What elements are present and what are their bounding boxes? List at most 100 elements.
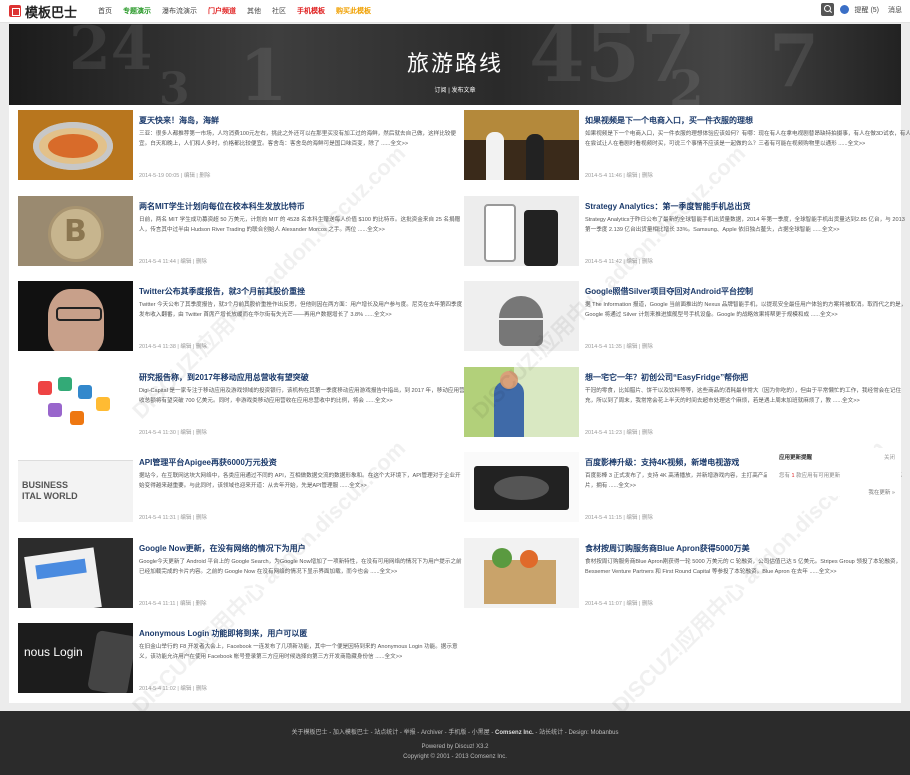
- article-title[interactable]: Anonymous Login 功能即将到来，用户可以匿: [139, 628, 307, 639]
- footer-links: 关于模板巴士 - 加入模板巴士 - 站点统计 - 举报 - Archiver -…: [0, 727, 910, 736]
- article-excerpt: 干冠的零食，比如腊片、饼干以及饮料等等，这些商品的消耗最非常大（因为你吃的），但…: [585, 387, 902, 404]
- delete-link[interactable]: 删除: [196, 344, 207, 350]
- article-title[interactable]: 想一宅它一年？初创公司“EasyFridge”帮你把: [585, 372, 748, 383]
- article-title[interactable]: API管理平台Apigee再获6000万元投资: [139, 457, 277, 468]
- site-logo[interactable]: 模板巴士: [9, 3, 77, 21]
- article-excerpt: Twitter 今天公布了其季度报告，就3个月前其股价重挫作出反思，但他则因在两…: [139, 302, 463, 318]
- delete-link[interactable]: 删除: [642, 344, 653, 350]
- delete-link[interactable]: 删除: [196, 430, 207, 436]
- article-date: 2014-5-4 11:11: [139, 600, 176, 607]
- nav-item[interactable]: 其他: [247, 6, 261, 16]
- footer-link[interactable]: 小黑屋: [472, 730, 490, 736]
- article-item: 研究报告称，到2017年移动应用总营收有望突破 Digi-Capital 是一家专…: [18, 366, 465, 442]
- article-thumbnail[interactable]: [464, 366, 579, 437]
- copyright: Copyright © 2001 - 2013 Comsenz Inc.: [403, 754, 507, 760]
- delete-link[interactable]: 删除: [199, 173, 210, 179]
- article-title[interactable]: 两名MIT学生计划向每位在校本科生发放比特币: [139, 201, 305, 212]
- publish-article-link[interactable]: 发布文章: [451, 88, 475, 94]
- delete-link[interactable]: 删除: [642, 430, 653, 436]
- main-nav: 首页 专题演示 瀑布流演示 门户频道 其他 社区 手机模板 购买此模板: [98, 6, 382, 16]
- article-meta: 2014-5-4 11:46 | 编辑 | 删除: [585, 173, 653, 179]
- nav-item[interactable]: 专题演示: [123, 6, 151, 16]
- edit-link[interactable]: 编辑: [180, 686, 191, 692]
- article-title[interactable]: Google Now更新，在没有网络的情况下为用户: [139, 543, 306, 554]
- article-thumbnail[interactable]: nous Login: [18, 623, 133, 693]
- edit-link[interactable]: 编辑: [180, 601, 191, 607]
- footer-link[interactable]: 站长统计: [539, 730, 563, 736]
- article-meta: 2014-5-4 11:44 | 编辑 | 删除: [139, 258, 207, 265]
- edit-link[interactable]: 编辑: [626, 430, 637, 436]
- edit-link[interactable]: 编辑: [626, 601, 637, 607]
- article-thumbnail[interactable]: [464, 281, 579, 351]
- subscribe-link[interactable]: 订阅: [435, 88, 447, 94]
- footer-link[interactable]: Comsenz Inc.: [495, 730, 534, 736]
- delete-link[interactable]: 删除: [642, 515, 653, 521]
- footer-link[interactable]: Archiver: [421, 730, 443, 736]
- reminder-link[interactable]: 提醒 (5): [855, 5, 880, 15]
- edit-link[interactable]: 编辑: [180, 515, 191, 521]
- article-title[interactable]: Twitter公布其季度报告，就3个月前其股价重挫: [139, 286, 305, 297]
- edit-link[interactable]: 编辑: [180, 259, 191, 265]
- article-thumbnail[interactable]: [464, 452, 579, 522]
- article-item: 夏天快来！海岛，海鲜 三亚：很多人都推荐第一市场，人均消费100元左右，挑此之外还…: [18, 110, 458, 185]
- article-meta: 2014-5-4 11:35 | 编辑 | 删除: [585, 344, 653, 350]
- edit-link[interactable]: 编辑: [626, 173, 637, 179]
- delete-link[interactable]: 删除: [196, 515, 207, 521]
- article-title[interactable]: 夏天快来！海岛，海鲜: [139, 115, 219, 126]
- delete-link[interactable]: 删除: [642, 259, 653, 265]
- footer-link[interactable]: 手机版: [448, 730, 466, 736]
- article-thumbnail[interactable]: B: [18, 195, 133, 266]
- article-thumbnail[interactable]: [18, 366, 133, 437]
- edit-link[interactable]: 编辑: [180, 430, 191, 436]
- article-title[interactable]: 研究报告称，到2017年移动应用总营收有望突破: [139, 372, 309, 383]
- delete-link[interactable]: 删除: [196, 601, 207, 607]
- edit-link[interactable]: 编辑: [626, 344, 637, 350]
- article-title[interactable]: Strategy Analytics：第一季度智能手机总出货: [585, 201, 751, 212]
- article-thumbnail[interactable]: [464, 110, 579, 180]
- article-date: 2014-5-4 11:42: [585, 258, 622, 265]
- article-date: 2014-5-4 11:15: [585, 515, 622, 521]
- delete-link[interactable]: 删除: [642, 173, 653, 179]
- nav-item[interactable]: 手机模板: [297, 6, 325, 16]
- footer-link[interactable]: 加入模板巴士: [333, 730, 369, 736]
- article-thumbnail[interactable]: BUSINESS ITAL WORLD: [18, 452, 133, 522]
- footer-link[interactable]: Design: Mobanbus: [568, 730, 618, 736]
- avatar[interactable]: [839, 5, 849, 14]
- article-title[interactable]: Google照借Silver项目夺回对Android平台控制: [585, 286, 753, 297]
- search-icon[interactable]: [820, 3, 834, 16]
- article-item: BUSINESS ITAL WORLD API管理平台Apigee再获6000万元投…: [18, 452, 461, 527]
- nav-item[interactable]: 瀑布流演示: [162, 6, 197, 16]
- edit-link[interactable]: 编辑: [184, 173, 195, 179]
- article-thumbnail[interactable]: [464, 195, 579, 266]
- article-meta: 2014-5-4 11:30 | 编辑 | 删除: [139, 429, 207, 436]
- edit-link[interactable]: 编辑: [626, 515, 637, 521]
- delete-link[interactable]: 删除: [196, 686, 207, 692]
- user-toolbar: 提醒 (5) 消息: [820, 3, 902, 16]
- footer-link[interactable]: 举报: [404, 730, 416, 736]
- article-meta: 2014-5-4 11:11 | 编辑 | 删除: [139, 600, 207, 607]
- nav-item[interactable]: 社区: [272, 6, 286, 16]
- article-title[interactable]: 食材按周订购服务商Blue Apron获得5000万美: [585, 543, 750, 554]
- edit-link[interactable]: 编辑: [626, 259, 637, 265]
- edit-link[interactable]: 编辑: [180, 344, 191, 350]
- article-thumbnail[interactable]: [18, 537, 133, 608]
- article-date: 2014-5-4 11:38: [139, 344, 176, 350]
- article-thumbnail[interactable]: [464, 537, 579, 608]
- footer-link[interactable]: 站点统计: [374, 730, 398, 736]
- article-item: 如果视频是下一个电商入口，买一件衣服的理想 如果视频是下一个电商入口，买一件衣服的…: [464, 110, 910, 185]
- notice-update-link[interactable]: 我在更新 »: [868, 488, 895, 496]
- delete-link[interactable]: 删除: [196, 259, 207, 265]
- notice-close-button[interactable]: 关闭: [884, 453, 895, 461]
- article-thumbnail[interactable]: [18, 110, 133, 180]
- footer-link[interactable]: 关于模板巴士: [292, 730, 328, 736]
- nav-item[interactable]: 门户频道: [208, 6, 236, 16]
- article-date: 2014-5-19 00:05: [139, 173, 180, 179]
- nav-item[interactable]: 购买此模板: [336, 6, 371, 16]
- delete-link[interactable]: 删除: [642, 601, 653, 607]
- messages-link[interactable]: 消息: [888, 5, 902, 15]
- article-thumbnail[interactable]: [18, 281, 133, 351]
- article-title[interactable]: 百度影棒升级：支持4K视频，新增电视游戏: [585, 457, 739, 468]
- article-date: 2014-5-4 11:23: [585, 429, 622, 436]
- nav-item[interactable]: 首页: [98, 6, 112, 16]
- article-title[interactable]: 如果视频是下一个电商入口，买一件衣服的理想: [585, 115, 753, 126]
